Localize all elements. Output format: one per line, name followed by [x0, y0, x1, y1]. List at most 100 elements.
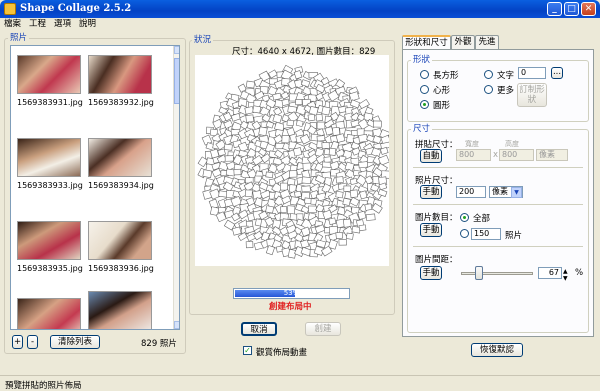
collage-height-input[interactable]: 800 [499, 149, 534, 161]
shape-heart-label: 心形 [433, 86, 451, 96]
photo-thumbnail[interactable] [88, 291, 152, 329]
tab-appearance[interactable]: 外觀 [451, 35, 475, 49]
image-count-all-radio[interactable] [460, 213, 469, 222]
shape-circle-label: 圓形 [433, 101, 451, 111]
shape-text-input[interactable]: 0 [518, 67, 546, 79]
collage-tile [358, 133, 369, 143]
progress-text: 53% [283, 289, 300, 297]
collage-tile [332, 126, 341, 136]
photo-list-scrollbar[interactable] [173, 46, 179, 329]
menu-help[interactable]: 說明 [75, 18, 100, 30]
collage-width-input[interactable]: 800 [456, 149, 491, 161]
shape-circle-radio[interactable] [420, 100, 429, 109]
photo-image [17, 138, 81, 177]
collage-tile [358, 161, 369, 169]
collage-tile [287, 105, 298, 114]
photo-thumbnail[interactable] [17, 298, 81, 329]
image-spacing-slider[interactable] [461, 272, 533, 275]
photo-image [88, 221, 152, 260]
collage-tile [321, 161, 332, 168]
photo-thumbnail[interactable]: 1569383935.jpg [17, 221, 83, 273]
shape-rect-radio[interactable] [420, 70, 429, 79]
photo-thumbnail[interactable]: 1569383931.jpg [17, 55, 83, 107]
shape-text-label: 文字 [497, 71, 515, 81]
collage-tile [343, 185, 352, 192]
photo-size-input[interactable]: 200 [456, 186, 486, 198]
tab-advanced[interactable]: 先進 [475, 35, 499, 49]
image-spacing-unit: % [575, 268, 584, 278]
image-count-custom-radio[interactable] [460, 229, 469, 238]
chevron-down-icon[interactable]: ▼ [511, 187, 522, 198]
photo-caption: 1569383932.jpg [88, 98, 154, 107]
collage-tile [258, 126, 268, 137]
photo-thumbnail[interactable]: 1569383936.jpg [88, 221, 154, 273]
shape-heart-radio[interactable] [420, 85, 429, 94]
image-spacing-input[interactable]: 67 [538, 267, 562, 279]
image-count-manual-button[interactable]: 手動 [420, 223, 442, 237]
tab-shape-size[interactable]: 形狀和尺寸 [402, 35, 451, 50]
collage-tile [265, 205, 275, 214]
collage-tile [308, 205, 317, 214]
photo-thumbnail[interactable]: 1569383932.jpg [88, 55, 154, 107]
size-times: x [493, 150, 499, 160]
collage-tile [342, 197, 351, 206]
photo-image [17, 55, 81, 94]
image-count-label: 圖片數目： [415, 213, 458, 223]
image-count-input[interactable]: 150 [471, 228, 501, 240]
photo-thumbnail[interactable]: 1569383934.jpg [88, 138, 154, 190]
menu-project[interactable]: 工程 [25, 18, 50, 30]
photo-thumbnail[interactable]: 1569383933.jpg [17, 138, 83, 190]
collage-tile [373, 120, 382, 128]
collage-tile [342, 218, 352, 228]
scroll-down-arrow[interactable] [174, 321, 179, 329]
status-bar-text: 預覽拼貼的照片佈局 [5, 381, 82, 391]
collage-preview [195, 55, 392, 266]
create-button[interactable]: 創建 [305, 322, 341, 336]
collage-tile [358, 224, 367, 232]
menu-options[interactable]: 選項 [50, 18, 75, 30]
restore-defaults-button[interactable]: 恢復默認 [471, 343, 523, 357]
add-photo-button[interactable]: + [12, 335, 23, 349]
remove-photo-button[interactable]: - [27, 335, 38, 349]
collage-size-auto-button[interactable]: 自動 [420, 149, 442, 163]
collage-tile [321, 142, 330, 150]
photo-image [17, 298, 81, 329]
image-spacing-label: 圖片間距： [415, 255, 458, 265]
cancel-button[interactable]: 取消 [241, 322, 277, 336]
collage-tile [218, 190, 228, 198]
status-bar: 預覽拼貼的照片佈局 [0, 375, 600, 391]
collage-tile [281, 134, 290, 144]
photo-list[interactable]: 1569383931.jpg 1569383932.jpg 1569383933… [10, 45, 180, 330]
photo-caption: 1569383933.jpg [17, 181, 83, 190]
scroll-up-arrow[interactable] [174, 46, 179, 54]
minimize-button[interactable]: _ [547, 2, 562, 16]
shape-more-radio[interactable] [484, 85, 493, 94]
collage-tile [245, 241, 254, 249]
collage-tile [231, 226, 242, 236]
image-spacing-manual-button[interactable]: 手動 [420, 266, 442, 280]
image-spacing-slider-thumb[interactable] [475, 266, 483, 280]
collage-unit-select[interactable]: 像素 [536, 149, 568, 161]
tab-panel: 形狀 長方形 文字 0 ... 心形 更多 訂制形狀 圓形 尺寸 拼貼尺寸： 寬… [402, 49, 594, 337]
status-message: 創建布局中 [269, 302, 312, 312]
collage-tile [202, 169, 213, 179]
collage-tile [335, 231, 344, 240]
collage-tile [335, 190, 344, 199]
shape-rect-label: 長方形 [433, 71, 459, 81]
spacing-spinner-icon[interactable]: ▲ ▼ [563, 268, 568, 282]
collage-tile [286, 205, 296, 215]
custom-shape-button[interactable]: 訂制形狀 [517, 83, 547, 107]
menu-file[interactable]: 檔案 [0, 18, 25, 30]
watch-animation-checkbox[interactable]: ✓ [243, 346, 252, 355]
collage-tile [245, 177, 254, 184]
title-bar: Shape Collage 2.5.2 _ □ ✕ [0, 0, 600, 18]
clear-list-button[interactable]: 清除列表 [50, 335, 100, 349]
shape-text-radio[interactable] [484, 70, 493, 79]
photo-caption: 1569383935.jpg [17, 264, 83, 273]
close-button[interactable]: ✕ [581, 2, 596, 16]
scrollbar-thumb[interactable] [174, 58, 179, 104]
maximize-button[interactable]: □ [564, 2, 579, 16]
photo-size-manual-button[interactable]: 手動 [420, 185, 442, 199]
shape-text-browse-button[interactable]: ... [551, 67, 563, 79]
collage-tile [265, 171, 274, 179]
